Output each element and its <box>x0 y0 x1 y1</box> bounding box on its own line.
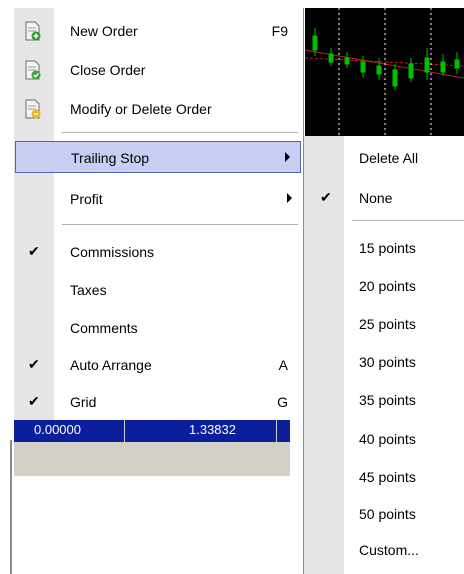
menu-item-label: Taxes <box>70 282 107 298</box>
submenu-item-25-points[interactable]: 25 points <box>304 308 464 340</box>
submenu-item-none[interactable]: ✔ None <box>304 182 464 214</box>
modify-order-icon <box>25 99 41 119</box>
checkmark-icon: ✔ <box>28 243 40 259</box>
submenu-item-label: 25 points <box>359 316 416 332</box>
table-empty-area <box>14 442 290 476</box>
menu-item-label: Trailing Stop <box>71 150 150 166</box>
price-chart <box>305 8 464 136</box>
close-order-icon <box>25 60 41 80</box>
submenu-arrow-icon <box>287 193 292 203</box>
submenu-item-label: 35 points <box>359 392 416 408</box>
menu-item-label: Close Order <box>70 62 146 78</box>
menu-separator <box>62 132 298 133</box>
submenu-item-label: 20 points <box>359 278 416 294</box>
submenu-item-custom[interactable]: Custom... <box>304 534 464 566</box>
menu-item-trailing-stop[interactable]: Trailing Stop <box>15 141 301 173</box>
column-separator <box>124 420 125 442</box>
menu-item-shortcut: G <box>277 394 288 410</box>
submenu-item-label: 30 points <box>359 354 416 370</box>
context-menu: New Order F9 Close Order Modify or Delet… <box>14 8 304 420</box>
menu-item-label: Modify or Delete Order <box>70 101 212 117</box>
menu-item-new-order[interactable]: New Order F9 <box>14 15 302 47</box>
submenu-item-label: 15 points <box>359 240 416 256</box>
menu-item-grid[interactable]: ✔ Grid G <box>14 386 302 418</box>
menu-item-label: New Order <box>70 23 138 39</box>
submenu-item-label: 50 points <box>359 506 416 522</box>
menu-item-shortcut: A <box>278 357 288 373</box>
menu-item-comments[interactable]: Comments <box>14 312 302 344</box>
submenu-item-30-points[interactable]: 30 points <box>304 346 464 378</box>
checkmark-icon: ✔ <box>320 189 332 205</box>
submenu-item-label: 45 points <box>359 469 416 485</box>
submenu-item-35-points[interactable]: 35 points <box>304 384 464 416</box>
column-separator <box>276 420 277 442</box>
submenu-item-label: 40 points <box>359 431 416 447</box>
menu-item-profit[interactable]: Profit <box>14 183 302 215</box>
new-order-icon <box>25 21 41 41</box>
menu-item-close-order[interactable]: Close Order <box>14 54 302 86</box>
menu-separator <box>62 224 298 225</box>
submenu-item-50-points[interactable]: 50 points <box>304 498 464 530</box>
menu-item-auto-arrange[interactable]: ✔ Auto Arrange A <box>14 349 302 381</box>
menu-separator <box>352 220 464 221</box>
table-cell: 0.00000 <box>34 422 81 437</box>
table-cell: 1.33832 <box>189 422 236 437</box>
menu-item-modify-order[interactable]: Modify or Delete Order <box>14 93 302 125</box>
submenu-item-20-points[interactable]: 20 points <box>304 270 464 302</box>
trailing-stop-submenu: Delete All ✔ None 15 points 20 points 25… <box>303 136 464 574</box>
menu-item-label: Comments <box>70 320 138 336</box>
chart-candles <box>305 8 464 136</box>
orders-table-row[interactable]: 0.00000 1.33832 <box>14 420 290 442</box>
menu-item-label: Commissions <box>70 244 155 260</box>
window-border <box>10 440 12 574</box>
submenu-item-15-points[interactable]: 15 points <box>304 232 464 264</box>
checkmark-icon: ✔ <box>28 356 40 372</box>
menu-item-label: Profit <box>70 191 103 207</box>
submenu-item-45-points[interactable]: 45 points <box>304 461 464 493</box>
menu-item-taxes[interactable]: Taxes <box>14 274 302 306</box>
submenu-arrow-icon <box>285 152 290 162</box>
submenu-item-delete-all[interactable]: Delete All <box>304 142 464 174</box>
submenu-item-label: Delete All <box>359 150 419 166</box>
checkmark-icon: ✔ <box>28 393 40 409</box>
submenu-item-40-points[interactable]: 40 points <box>304 423 464 455</box>
submenu-item-label: Custom... <box>359 542 419 558</box>
menu-item-commissions[interactable]: ✔ Commissions <box>14 236 302 268</box>
submenu-item-label: None <box>359 190 393 206</box>
menu-item-label: Grid <box>70 394 97 410</box>
menu-item-shortcut: F9 <box>271 23 288 39</box>
menu-item-label: Auto Arrange <box>70 357 152 373</box>
